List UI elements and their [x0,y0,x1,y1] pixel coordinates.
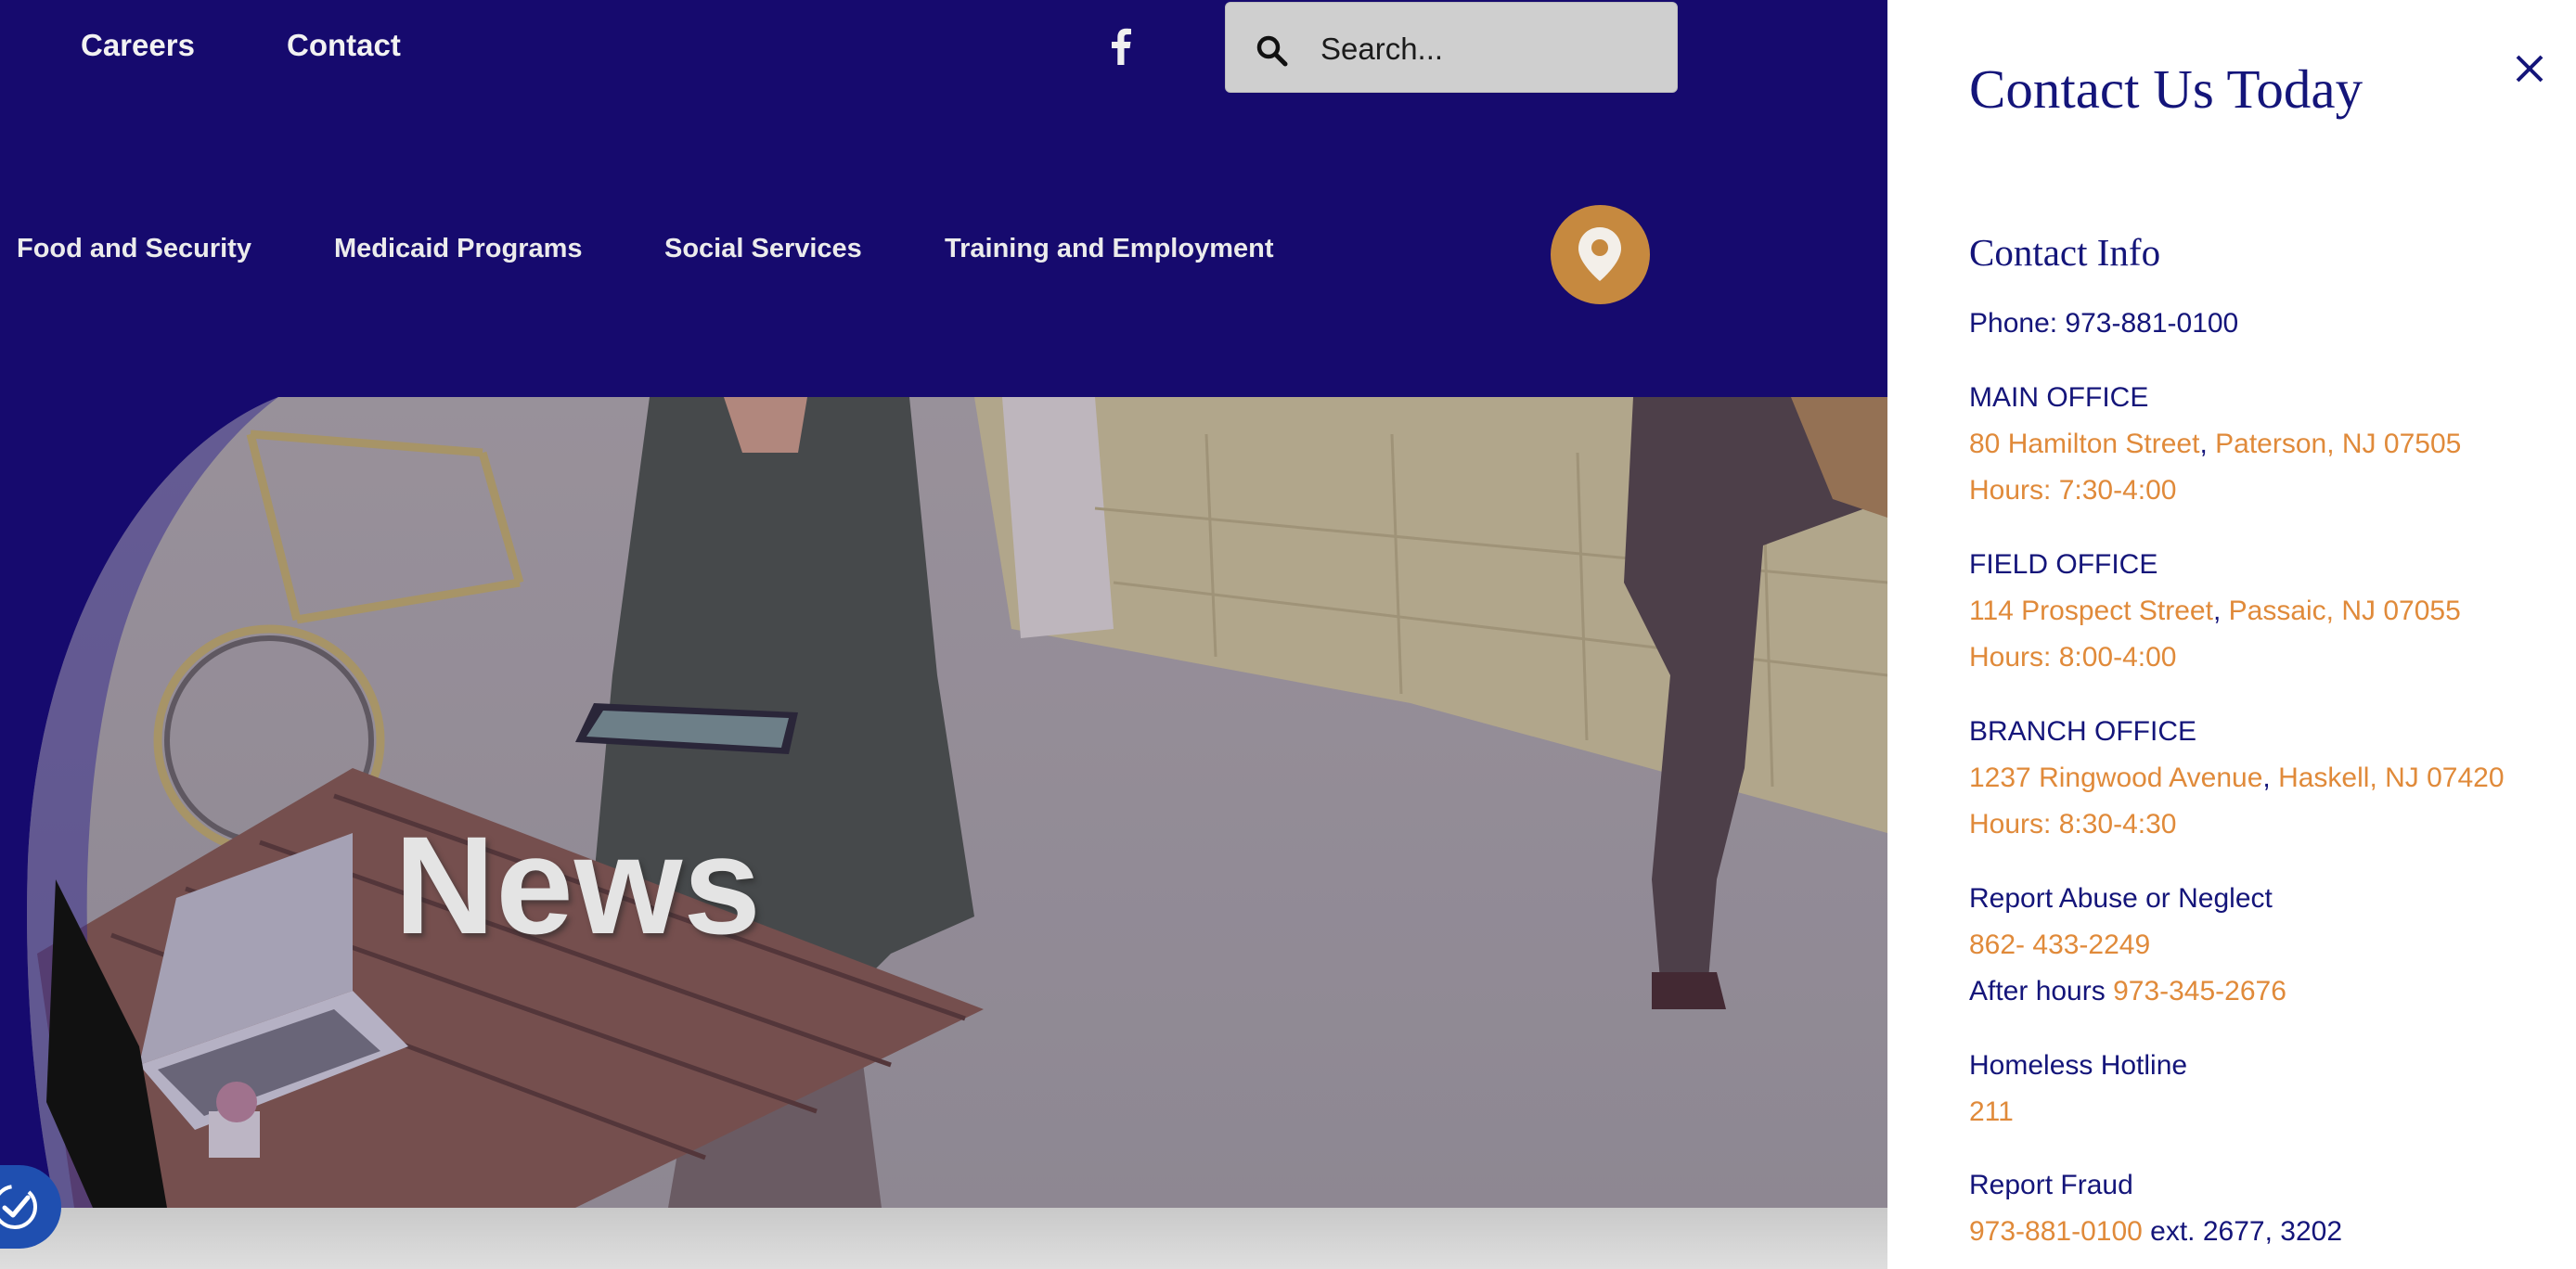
nav-social-services[interactable]: Social Services [664,234,862,264]
search-icon [1256,35,1288,67]
address-separator: , [2262,763,2271,793]
accessibility-icon [0,1185,37,1229]
field-office-street-link[interactable]: 114 Prospect Street [1969,596,2213,626]
after-hours-phone-link[interactable]: 973-345-2676 [2113,976,2286,1006]
field-office-address: 114 Prospect Street, Passaic, NJ 07055 [1969,593,2461,630]
homeless-hotline-phone-link[interactable]: 211 [1969,1094,2014,1131]
nav-medicaid-programs[interactable]: Medicaid Programs [334,234,583,264]
main-site: Careers Contact Food and Security Medica… [0,0,1887,1269]
after-hours-label: After hours [1969,976,2114,1006]
location-pin-icon [1578,227,1621,281]
branch-office-label: BRANCH OFFICE [1969,716,2197,747]
contact-info-heading: Contact Info [1969,231,2161,274]
address-separator: , [2212,596,2222,626]
field-office-hours: Hours: 8:00-4:00 [1969,642,2177,673]
search-input[interactable] [1319,23,1656,75]
nav-training-and-employment[interactable]: Training and Employment [945,234,1274,264]
section-divider [0,1208,1887,1269]
main-office-street-link[interactable]: 80 Hamilton Street [1969,429,2199,459]
hero-photo [0,397,1887,1208]
search-box [1225,2,1678,93]
report-fraud-ext: ext. 2677, 3202 [2142,1216,2342,1247]
homeless-hotline-label: Homeless Hotline [1969,1050,2188,1081]
after-hours-line: After hours 973-345-2676 [1969,973,2286,1010]
location-button[interactable] [1551,205,1650,304]
branch-office-street-link[interactable]: 1237 Ringwood Avenue [1969,763,2262,793]
field-office-city-link[interactable]: Passaic, NJ 07055 [2229,596,2461,626]
report-abuse-phone-link[interactable]: 862- 433-2249 [1969,927,2150,964]
address-separator: , [2199,429,2208,459]
nav-food-and-security[interactable]: Food and Security [17,234,251,264]
panel-title: Contact Us Today [1969,58,2363,120]
main-office-city-link[interactable]: Paterson, NJ 07505 [2215,429,2461,459]
contact-panel: Contact Us Today Contact Info Phone: 973… [1887,0,2576,1269]
branch-office-hours: Hours: 8:30-4:30 [1969,809,2177,840]
branch-office-address: 1237 Ringwood Avenue, Haskell, NJ 07420 [1969,760,2505,797]
contact-link[interactable]: Contact [287,28,401,63]
main-office-label: MAIN OFFICE [1969,382,2149,413]
hero-banner: News [0,397,1887,1208]
main-office-hours: Hours: 7:30-4:00 [1969,475,2177,506]
branch-office-city-link[interactable]: Haskell, NJ 07420 [2278,763,2504,793]
close-icon[interactable] [2513,52,2546,85]
careers-link[interactable]: Careers [81,28,195,63]
report-abuse-label: Report Abuse or Neglect [1969,883,2273,914]
report-fraud-line: 973-881-0100 ext. 2677, 3202 [1969,1213,2342,1250]
hero-title: News [394,807,762,963]
report-fraud-phone-link[interactable]: 973-881-0100 [1969,1216,2143,1247]
facebook-icon[interactable] [1110,28,1132,65]
field-office-label: FIELD OFFICE [1969,549,2158,580]
report-fraud-label: Report Fraud [1969,1170,2133,1200]
main-office-address: 80 Hamilton Street, Paterson, NJ 07505 [1969,426,2461,463]
phone-line: Phone: 973-881-0100 [1969,308,2239,339]
